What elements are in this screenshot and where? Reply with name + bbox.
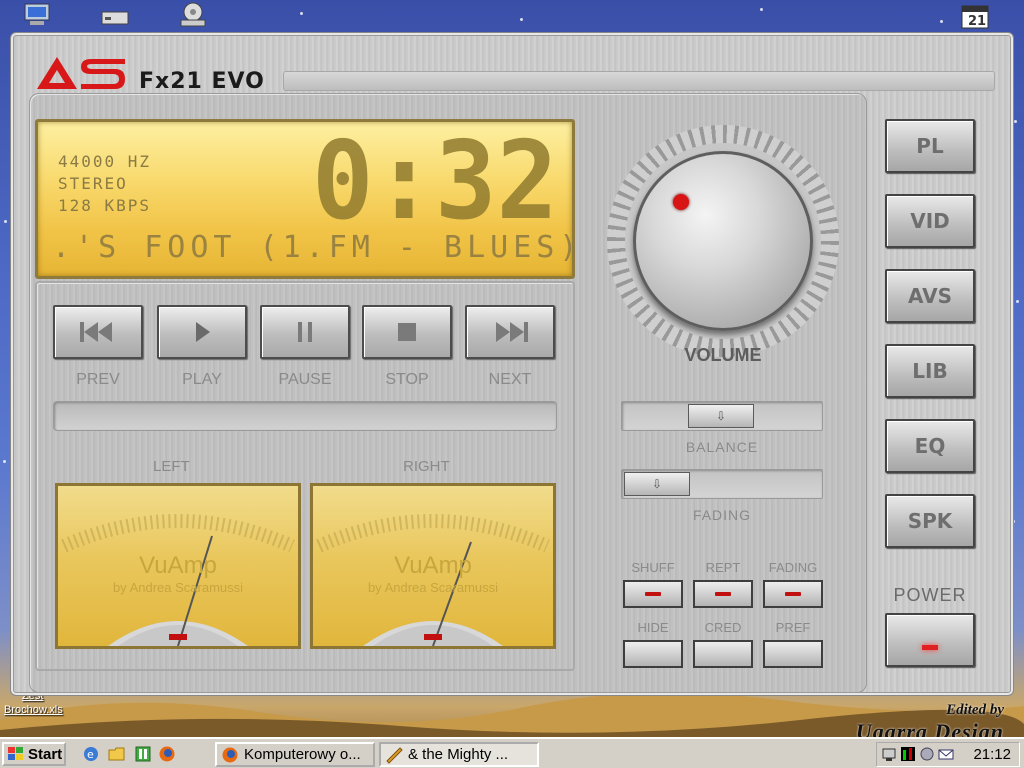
network-icon[interactable]	[881, 746, 897, 762]
volume-indicator-icon	[673, 194, 689, 210]
taskbar-item-label: & the Mighty ...	[408, 746, 509, 763]
video-button[interactable]: VID	[885, 194, 975, 248]
taskbar-item-label: Komputerowy o...	[244, 746, 361, 763]
next-label: NEXT	[488, 371, 532, 388]
left-vu-meter: VuAmp by Andrea Scaramussi	[55, 483, 301, 649]
player-logo	[35, 55, 127, 91]
speaker-button[interactable]: SPK	[885, 494, 975, 548]
credits-label: CRED	[704, 620, 742, 635]
player-title: Fx21 EVO	[139, 69, 265, 94]
taskbar-item-browser[interactable]: Komputerowy o...	[215, 742, 375, 767]
lcd-display: 44000 HZ STEREO 128 KBPS 0:32 .'S FOOT (…	[35, 119, 577, 279]
svg-text:21: 21	[968, 14, 986, 29]
taskbar: Start e Komputerowy o... & the Mighty ..…	[0, 737, 1024, 768]
balance-thumb[interactable]: ⇩	[688, 404, 754, 428]
volume-knob-ring	[607, 125, 839, 357]
right-vu-meter: VuAmp by Andrea Scaramussi	[310, 483, 556, 649]
led-icon	[715, 592, 731, 596]
windows-logo-icon	[8, 747, 23, 760]
preferences-button[interactable]	[763, 640, 823, 668]
start-label: Start	[28, 745, 63, 763]
play-label: PLAY	[182, 371, 222, 388]
fading-label: FADING	[692, 507, 752, 523]
fading-slider[interactable]: ⇩	[621, 469, 823, 499]
led-icon	[645, 592, 661, 596]
seek-bar[interactable]	[53, 401, 557, 431]
time-text: 0:32	[312, 134, 558, 222]
vu-author: by Andrea Scaramussi	[367, 580, 499, 595]
cd-drive-icon[interactable]	[178, 2, 208, 28]
fading-toggle-label: FADING	[768, 560, 818, 575]
power-led-icon	[922, 644, 938, 650]
play-icon	[196, 322, 210, 342]
prev-icon	[80, 322, 112, 342]
hide-button[interactable]	[623, 640, 683, 668]
balance-label: BALANCE	[685, 439, 759, 455]
play-button[interactable]	[157, 305, 247, 359]
repeat-button[interactable]	[693, 580, 753, 608]
bitrate-text: 128 KBPS	[58, 196, 152, 215]
firefox-icon[interactable]	[158, 745, 176, 763]
playlist-button[interactable]: PL	[885, 119, 975, 173]
avs-button[interactable]: AVS	[885, 269, 975, 323]
preferences-label: PREF	[775, 620, 811, 635]
player-window[interactable]: Fx21 EVO 44000 HZ STEREO 128 KBPS 0:32 .…	[10, 32, 1014, 696]
shuffle-button[interactable]	[623, 580, 683, 608]
library-button[interactable]: LIB	[885, 344, 975, 398]
cpu-meter-icon[interactable]	[900, 746, 916, 762]
volume-tray-icon[interactable]	[919, 746, 935, 762]
stop-label: STOP	[385, 371, 429, 388]
start-button[interactable]: Start	[2, 742, 66, 766]
system-tray: 21:12	[876, 742, 1020, 767]
calendar-icon[interactable]: 21	[960, 4, 990, 30]
equalizer-button[interactable]: EQ	[885, 419, 975, 473]
repeat-label: REPT	[705, 560, 741, 575]
svg-text:e: e	[87, 748, 94, 761]
internet-explorer-icon[interactable]: e	[82, 745, 100, 763]
firefox-icon	[222, 747, 238, 762]
prev-label: PREV	[76, 371, 120, 388]
volume-label: VOLUME	[684, 345, 762, 365]
samplerate-text: 44000 HZ	[58, 152, 152, 171]
taskbar-item-player[interactable]: & the Mighty ...	[379, 742, 539, 767]
led-icon	[785, 592, 801, 596]
power-label: POWER	[893, 585, 967, 605]
pause-label: PAUSE	[278, 371, 332, 388]
prev-button[interactable]	[53, 305, 143, 359]
volume-knob[interactable]	[633, 151, 813, 331]
media-icon[interactable]	[134, 745, 152, 763]
right-meter-label: RIGHT	[403, 458, 450, 475]
clock[interactable]: 21:12	[973, 746, 1011, 763]
shuffle-label: SHUFF	[631, 560, 675, 575]
next-icon	[496, 322, 528, 342]
vu-brand: VuAmp	[139, 552, 217, 579]
balance-slider[interactable]: ⇩	[621, 401, 823, 431]
stop-button[interactable]	[362, 305, 452, 359]
desktop-file-label[interactable]: Brochow.xls	[4, 704, 63, 716]
pause-icon	[298, 322, 312, 342]
vu-author: by Andrea Scaramussi	[112, 580, 244, 595]
fading-thumb[interactable]: ⇩	[624, 472, 690, 496]
folder-icon[interactable]	[108, 745, 126, 763]
time-display[interactable]: 0:32	[310, 134, 560, 222]
hide-label: HIDE	[637, 620, 669, 635]
mail-icon[interactable]	[938, 746, 954, 762]
drag-bar[interactable]	[283, 71, 995, 91]
song-title: .'S FOOT (1.FM - BLUES)	[52, 230, 583, 265]
power-button[interactable]	[885, 613, 975, 667]
vu-brand: VuAmp	[394, 552, 472, 579]
fading-toggle-button[interactable]	[763, 580, 823, 608]
drive-icon[interactable]	[100, 6, 130, 32]
credits-button[interactable]	[693, 640, 753, 668]
channels-text: STEREO	[58, 174, 128, 193]
next-button[interactable]	[465, 305, 555, 359]
stop-icon	[398, 323, 416, 341]
pause-button[interactable]	[260, 305, 350, 359]
my-computer-icon[interactable]	[22, 2, 52, 28]
watermark-line1: Edited by	[946, 702, 1004, 718]
left-meter-label: LEFT	[153, 458, 190, 475]
player-icon	[386, 746, 403, 764]
